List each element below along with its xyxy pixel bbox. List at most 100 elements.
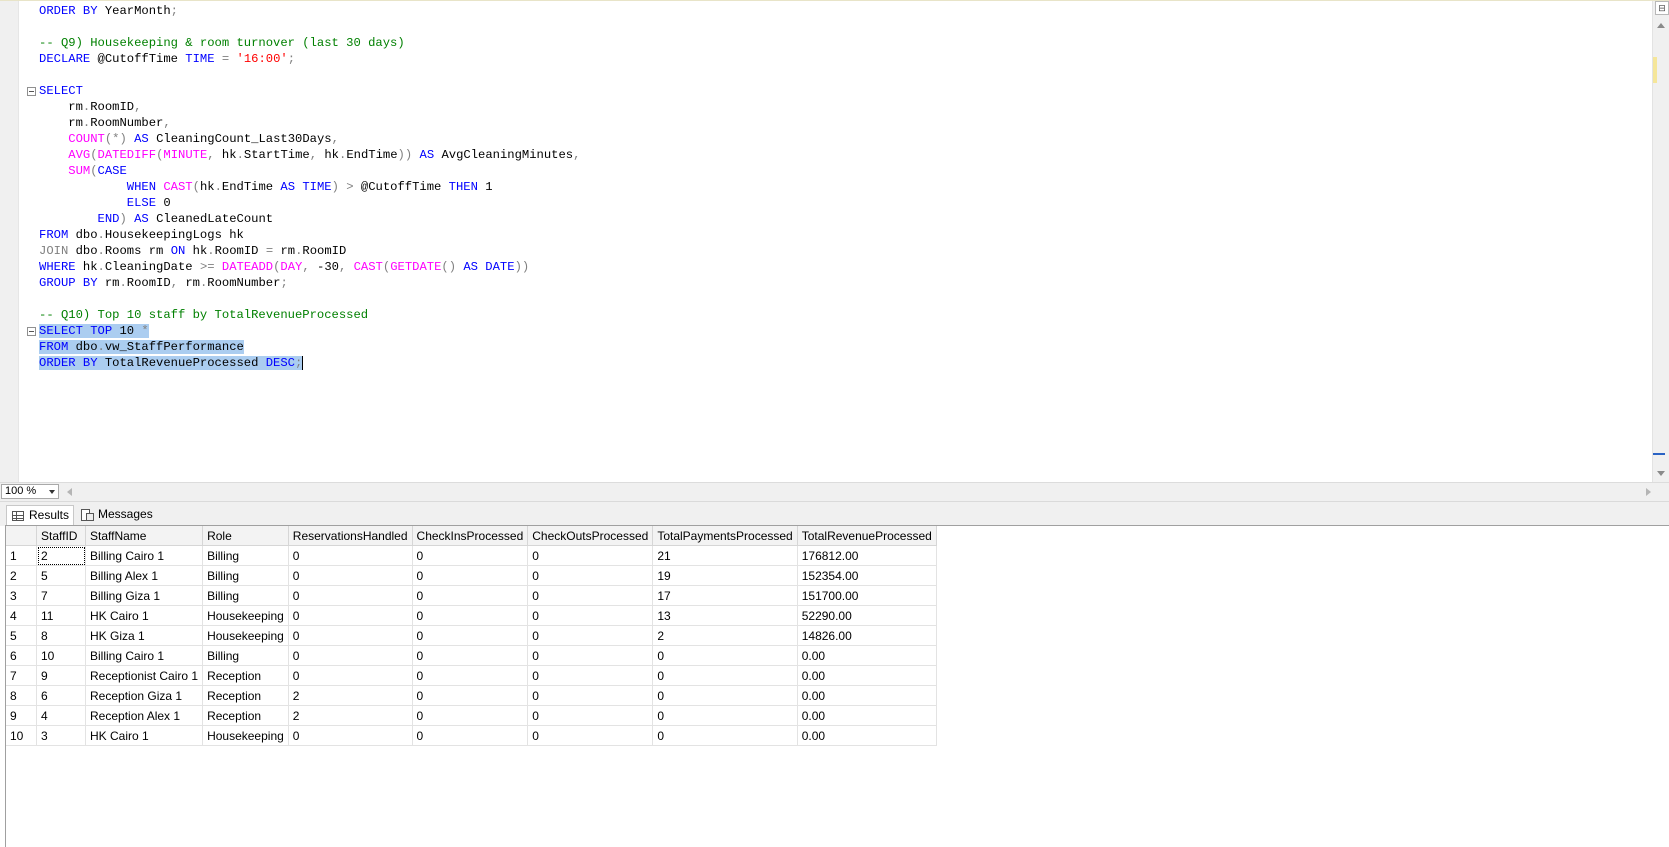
grid-cell[interactable]: Billing bbox=[202, 585, 289, 606]
grid-cell[interactable]: 52290.00 bbox=[797, 605, 937, 626]
column-header[interactable]: TotalRevenueProcessed bbox=[797, 526, 937, 546]
grid-cell[interactable]: Housekeeping bbox=[202, 625, 289, 646]
code-line[interactable]: rm.RoomNumber, bbox=[39, 115, 1649, 131]
code-line[interactable]: rm.RoomID, bbox=[39, 99, 1649, 115]
grid-cell[interactable]: 0 bbox=[288, 585, 413, 606]
grid-cell[interactable]: 0 bbox=[527, 625, 654, 646]
grid-cell[interactable]: 0 bbox=[412, 545, 529, 566]
query-editor[interactable]: ORDER BY YearMonth; -- Q9) Housekeeping &… bbox=[0, 0, 1669, 483]
row-number[interactable]: 10 bbox=[6, 725, 37, 746]
code-line[interactable]: JOIN dbo.Rooms rm ON hk.RoomID = rm.Room… bbox=[39, 243, 1649, 259]
grid-cell[interactable]: 0 bbox=[527, 685, 654, 706]
grid-cell[interactable]: 10 bbox=[36, 645, 86, 666]
grid-cell[interactable]: Billing bbox=[202, 545, 289, 566]
column-header[interactable]: CheckInsProcessed bbox=[412, 526, 529, 546]
grid-cell[interactable]: 0 bbox=[288, 645, 413, 666]
row-number[interactable]: 8 bbox=[6, 685, 37, 706]
grid-cell[interactable]: 8 bbox=[36, 625, 86, 646]
grid-cell[interactable]: Reception bbox=[202, 685, 289, 706]
grid-cell[interactable]: 0 bbox=[412, 565, 529, 586]
grid-cell[interactable]: Reception Giza 1 bbox=[85, 685, 204, 706]
grid-cell[interactable]: 0.00 bbox=[797, 685, 937, 706]
code-line[interactable]: SELECT TOP 10 * bbox=[39, 323, 1649, 339]
grid-cell[interactable]: Billing Cairo 1 bbox=[85, 645, 204, 666]
grid-cell[interactable]: Billing bbox=[202, 565, 289, 586]
code-line[interactable]: WHERE hk.CleaningDate >= DATEADD(DAY, -3… bbox=[39, 259, 1649, 275]
column-header[interactable]: Role bbox=[202, 526, 289, 546]
grid-cell[interactable]: 0.00 bbox=[797, 725, 937, 746]
grid-cell[interactable]: 0 bbox=[288, 725, 413, 746]
row-number[interactable]: 1 bbox=[6, 545, 37, 566]
grid-cell[interactable]: 11 bbox=[36, 605, 86, 626]
code-area[interactable]: ORDER BY YearMonth; -- Q9) Housekeeping &… bbox=[39, 3, 1649, 371]
column-header[interactable]: CheckOutsProcessed bbox=[527, 526, 654, 546]
column-header[interactable]: StaffID bbox=[36, 526, 86, 546]
grid-cell[interactable]: 0 bbox=[652, 705, 798, 726]
table-row[interactable]: 5 8 HK Giza 1 Housekeeping 0 0 0 2 14826.00 bbox=[6, 625, 937, 646]
code-line[interactable]: ORDER BY TotalRevenueProcessed DESC; bbox=[39, 355, 1649, 371]
grid-cell[interactable]: 5 bbox=[36, 565, 86, 586]
code-line[interactable]: GROUP BY rm.RoomID, rm.RoomNumber; bbox=[39, 275, 1649, 291]
code-line[interactable]: ELSE 0 bbox=[39, 195, 1649, 211]
grid-cell[interactable]: 0 bbox=[527, 565, 654, 586]
grid-cell[interactable]: 0 bbox=[527, 585, 654, 606]
grid-cell[interactable]: Housekeeping bbox=[202, 725, 289, 746]
grid-cell[interactable]: 0 bbox=[412, 685, 529, 706]
grid-cell[interactable]: 14826.00 bbox=[797, 625, 937, 646]
grid-cell[interactable]: HK Cairo 1 bbox=[85, 725, 204, 746]
grid-cell[interactable]: 0 bbox=[527, 645, 654, 666]
zoom-select[interactable]: 100 % bbox=[1, 484, 59, 499]
grid-cell[interactable]: 0 bbox=[527, 605, 654, 626]
grid-cell[interactable]: 0 bbox=[652, 685, 798, 706]
grid-cell[interactable]: Receptionist Cairo 1 bbox=[85, 665, 204, 686]
grid-cell[interactable]: 0 bbox=[412, 665, 529, 686]
row-number[interactable]: 7 bbox=[6, 665, 37, 686]
grid-cell[interactable]: Housekeeping bbox=[202, 605, 289, 626]
grid-cell[interactable]: 7 bbox=[36, 585, 86, 606]
grid-cell[interactable]: Billing Alex 1 bbox=[85, 565, 204, 586]
column-header[interactable]: TotalPaymentsProcessed bbox=[652, 526, 798, 546]
table-row[interactable]: 4 11 HK Cairo 1 Housekeeping 0 0 0 13 52290.00 bbox=[6, 605, 937, 626]
column-header[interactable]: ReservationsHandled bbox=[288, 526, 413, 546]
row-number[interactable]: 5 bbox=[6, 625, 37, 646]
column-header[interactable]: StaffName bbox=[85, 526, 204, 546]
table-row[interactable]: 7 9 Receptionist Cairo 1 Reception 0 0 0 0 0.00 bbox=[6, 665, 937, 686]
grid-cell[interactable]: 0 bbox=[412, 725, 529, 746]
table-row[interactable]: 10 3 HK Cairo 1 Housekeeping 0 0 0 0 0.00 bbox=[6, 725, 937, 746]
code-line[interactable]: SELECT bbox=[39, 83, 1649, 99]
code-line[interactable]: AVG(DATEDIFF(MINUTE, hk.StartTime, hk.En… bbox=[39, 147, 1649, 163]
row-number[interactable]: 6 bbox=[6, 645, 37, 666]
collapse-region-icon[interactable] bbox=[27, 87, 36, 96]
grid-cell[interactable]: Billing bbox=[202, 645, 289, 666]
split-editor-icon[interactable]: ⊟ bbox=[1655, 1, 1669, 15]
grid-cell[interactable]: 0 bbox=[412, 605, 529, 626]
grid-cell[interactable]: 0 bbox=[527, 665, 654, 686]
grid-cell[interactable]: 21 bbox=[652, 545, 798, 566]
grid-cell[interactable]: 0 bbox=[288, 605, 413, 626]
grid-cell[interactable]: Reception Alex 1 bbox=[85, 705, 204, 726]
grid-cell[interactable]: 0 bbox=[412, 585, 529, 606]
grid-cell[interactable]: 0 bbox=[412, 645, 529, 666]
results-grid[interactable]: StaffID StaffName Role ReservationsHandled C… bbox=[5, 525, 1669, 847]
scroll-up-arrow-icon[interactable] bbox=[1657, 23, 1665, 28]
grid-cell[interactable]: 0 bbox=[288, 545, 413, 566]
grid-cell[interactable]: 0.00 bbox=[797, 645, 937, 666]
grid-cell[interactable]: 0.00 bbox=[797, 665, 937, 686]
grid-cell[interactable]: Reception bbox=[202, 705, 289, 726]
grid-cell[interactable]: 176812.00 bbox=[797, 545, 937, 566]
grid-cell[interactable]: 0 bbox=[288, 565, 413, 586]
code-line[interactable]: WHEN CAST(hk.EndTime AS TIME) > @CutoffT… bbox=[39, 179, 1649, 195]
code-line[interactable]: COUNT(*) AS CleaningCount_Last30Days, bbox=[39, 131, 1649, 147]
row-number-header[interactable] bbox=[6, 526, 37, 546]
code-line[interactable]: FROM dbo.vw_StaffPerformance bbox=[39, 339, 1649, 355]
tab-messages[interactable]: Messages bbox=[76, 505, 153, 525]
grid-cell[interactable]: 6 bbox=[36, 685, 86, 706]
code-line[interactable]: SUM(CASE bbox=[39, 163, 1649, 179]
code-line[interactable] bbox=[39, 19, 1649, 35]
row-number[interactable]: 4 bbox=[6, 605, 37, 626]
code-line[interactable]: ORDER BY YearMonth; bbox=[39, 3, 1649, 19]
scroll-down-arrow-icon[interactable] bbox=[1657, 471, 1665, 476]
table-row[interactable]: 1 2 Billing Cairo 1 Billing 0 0 0 21 176812.00 bbox=[6, 545, 937, 566]
table-row[interactable]: 8 6 Reception Giza 1 Reception 2 0 0 0 0.00 bbox=[6, 685, 937, 706]
tab-results[interactable]: Results bbox=[6, 505, 74, 525]
